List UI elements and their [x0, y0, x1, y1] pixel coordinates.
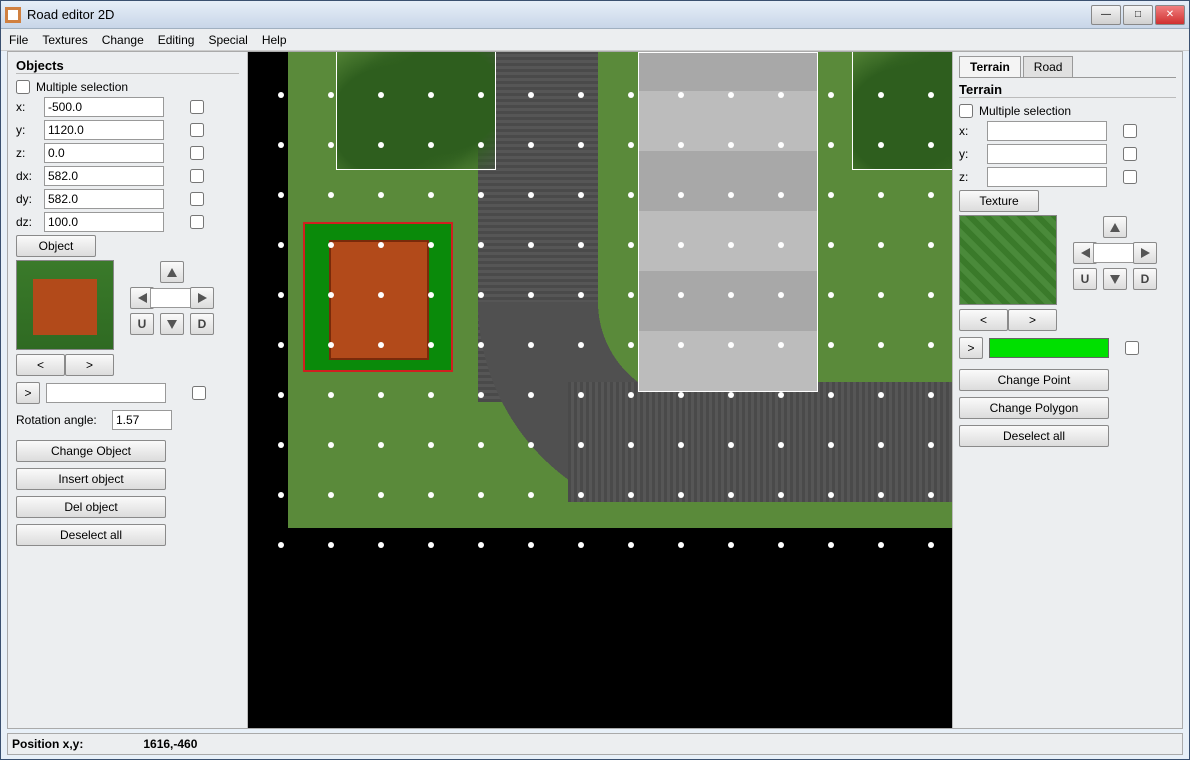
terrain-x-label: x:: [959, 124, 981, 138]
texture-button[interactable]: Texture: [959, 190, 1039, 212]
maximize-button[interactable]: □: [1123, 5, 1153, 25]
arrow-down-icon: [1110, 275, 1120, 284]
nav-u-button[interactable]: U: [130, 313, 154, 335]
prev-texture-button[interactable]: <: [959, 309, 1008, 331]
terrain-x-lock[interactable]: [1123, 124, 1137, 138]
multiple-selection-label: Multiple selection: [36, 80, 128, 94]
status-bar: Position x,y: 1616,-460: [7, 733, 1183, 755]
menu-textures[interactable]: Textures: [42, 33, 87, 47]
terrain-y-lock[interactable]: [1123, 147, 1137, 161]
objects-title: Objects: [16, 58, 239, 74]
terrain-y-input[interactable]: [987, 144, 1107, 164]
tab-road[interactable]: Road: [1023, 56, 1074, 77]
terrain-nav-right[interactable]: [1133, 242, 1157, 264]
color-check[interactable]: [1125, 341, 1139, 355]
dx-label: dx:: [16, 169, 38, 183]
nav-right-button[interactable]: [190, 287, 214, 309]
prev-object-button[interactable]: <: [16, 354, 65, 376]
arrow-left-icon: [1081, 248, 1090, 258]
dy-input[interactable]: [44, 189, 164, 209]
y-label: y:: [16, 123, 38, 137]
arrow-right-icon: [198, 293, 207, 303]
color-swatch[interactable]: [989, 338, 1109, 358]
terrain-gt-button[interactable]: >: [959, 337, 983, 359]
next-object-button[interactable]: >: [65, 354, 114, 376]
menubar: File Textures Change Editing Special Hel…: [1, 29, 1189, 51]
change-polygon-button[interactable]: Change Polygon: [959, 397, 1109, 419]
terrain-z-input[interactable]: [987, 167, 1107, 187]
arrow-up-icon: [167, 268, 177, 277]
menu-change[interactable]: Change: [102, 33, 144, 47]
close-button[interactable]: ✕: [1155, 5, 1185, 25]
rotation-input[interactable]: [112, 410, 172, 430]
change-point-button[interactable]: Change Point: [959, 369, 1109, 391]
terrain-multiple-selection-label: Multiple selection: [979, 104, 1071, 118]
multiple-selection-checkbox[interactable]: [16, 80, 30, 94]
terrain-x-input[interactable]: [987, 121, 1107, 141]
nav-cluster: U D: [128, 260, 216, 336]
nav-down-button[interactable]: [160, 313, 184, 335]
terrain-title: Terrain: [959, 82, 1176, 98]
terrain-multiple-selection-checkbox[interactable]: [959, 104, 973, 118]
insert-object-button[interactable]: Insert object: [16, 468, 166, 490]
status-label: Position x,y:: [12, 737, 83, 751]
dy-lock[interactable]: [190, 192, 204, 206]
terrain-nav-cluster: U D: [1071, 215, 1159, 291]
change-object-button[interactable]: Change Object: [16, 440, 166, 462]
dz-lock[interactable]: [190, 215, 204, 229]
rotation-label: Rotation angle:: [16, 413, 106, 427]
menu-special[interactable]: Special: [208, 33, 247, 47]
minimize-button[interactable]: —: [1091, 5, 1121, 25]
arrow-down-icon: [167, 320, 177, 329]
gt-input[interactable]: [46, 383, 166, 403]
arrow-right-icon: [1141, 248, 1150, 258]
dx-lock[interactable]: [190, 169, 204, 183]
terrain-panel: Terrain Road Terrain Multiple selection …: [952, 52, 1182, 728]
nav-up-button[interactable]: [160, 261, 184, 283]
terrain-nav-u[interactable]: U: [1073, 268, 1097, 290]
dx-input[interactable]: [44, 166, 164, 186]
nav-d-button[interactable]: D: [190, 313, 214, 335]
del-object-button[interactable]: Del object: [16, 496, 166, 518]
x-input[interactable]: [44, 97, 164, 117]
arrow-left-icon: [138, 293, 147, 303]
x-lock[interactable]: [190, 100, 204, 114]
y-lock[interactable]: [190, 123, 204, 137]
next-texture-button[interactable]: >: [1008, 309, 1057, 331]
status-value: 1616,-460: [143, 737, 197, 751]
objects-panel: Objects Multiple selection x: y: z: dx: …: [8, 52, 248, 728]
terrain-y-label: y:: [959, 147, 981, 161]
y-input[interactable]: [44, 120, 164, 140]
window-title: Road editor 2D: [27, 7, 1091, 22]
object-button[interactable]: Object: [16, 235, 96, 257]
arrow-up-icon: [1110, 223, 1120, 232]
terrain-deselect-all-button[interactable]: Deselect all: [959, 425, 1109, 447]
z-label: z:: [16, 146, 38, 160]
menu-file[interactable]: File: [9, 33, 28, 47]
dz-input[interactable]: [44, 212, 164, 232]
menu-help[interactable]: Help: [262, 33, 287, 47]
z-input[interactable]: [44, 143, 164, 163]
gt-check[interactable]: [192, 386, 206, 400]
terrain-nav-down[interactable]: [1103, 268, 1127, 290]
dz-label: dz:: [16, 215, 38, 229]
texture-preview: [959, 215, 1057, 305]
z-lock[interactable]: [190, 146, 204, 160]
titlebar: Road editor 2D — □ ✕: [1, 1, 1189, 29]
terrain-z-lock[interactable]: [1123, 170, 1137, 184]
menu-editing[interactable]: Editing: [158, 33, 195, 47]
tab-terrain[interactable]: Terrain: [959, 56, 1021, 77]
x-label: x:: [16, 100, 38, 114]
terrain-z-label: z:: [959, 170, 981, 184]
editor-canvas[interactable]: [248, 52, 952, 728]
deselect-all-button[interactable]: Deselect all: [16, 524, 166, 546]
app-icon: [5, 7, 21, 23]
object-preview: [16, 260, 114, 350]
terrain-nav-up[interactable]: [1103, 216, 1127, 238]
gt-button[interactable]: >: [16, 382, 40, 404]
terrain-nav-d[interactable]: D: [1133, 268, 1157, 290]
dy-label: dy:: [16, 192, 38, 206]
